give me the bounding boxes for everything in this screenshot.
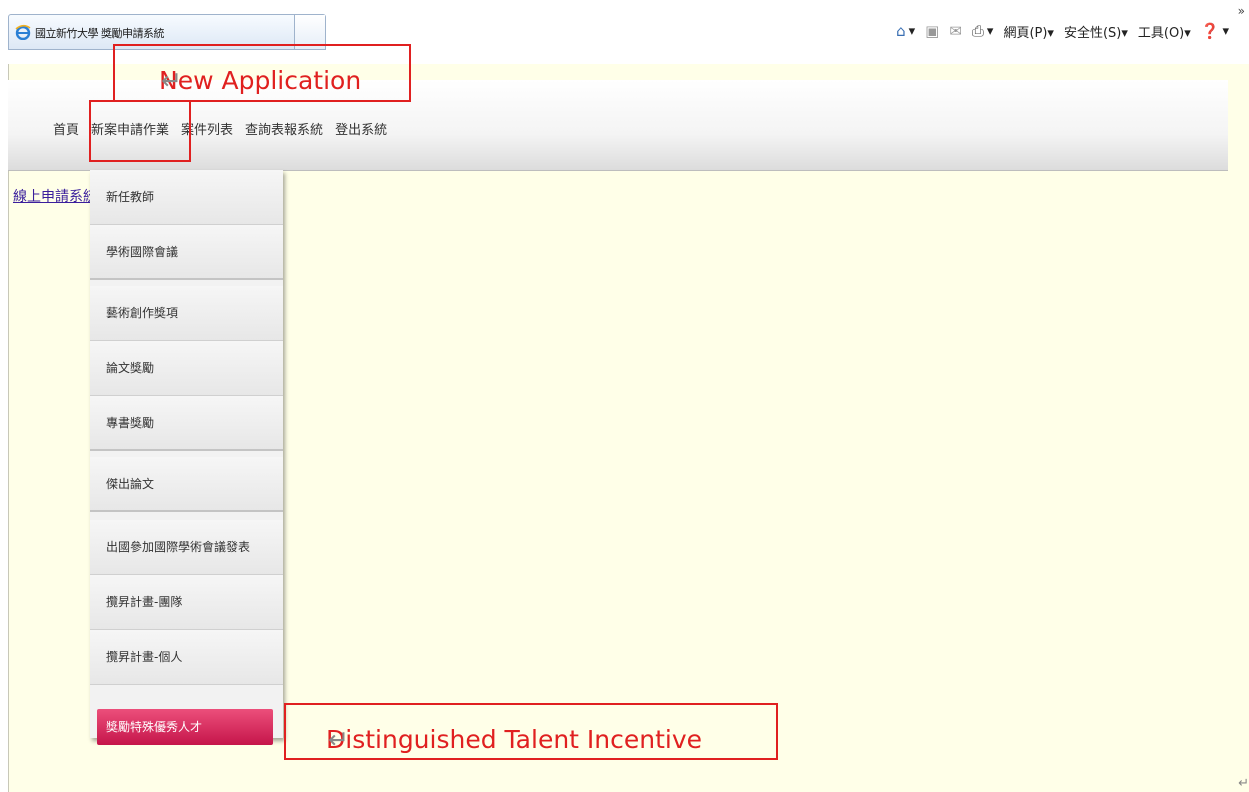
dropdown-item-book-award[interactable]: 專書獎勵 — [90, 396, 283, 451]
more-chevron-icon[interactable]: » — [1238, 4, 1245, 18]
dropdown-item-intl-presentation[interactable]: 出國參加國際學術會議發表 — [90, 520, 283, 575]
callout-label: Distinguished Talent Incentive — [326, 725, 703, 754]
feeds-button[interactable]: ▣ — [925, 22, 939, 40]
mail-icon: ✉ — [949, 22, 962, 40]
nav-item-reports[interactable]: 查詢表報系統 — [239, 119, 329, 143]
feeds-icon: ▣ — [925, 22, 940, 40]
dropdown-item-art-award[interactable]: 藝術創作獎項 — [90, 286, 283, 341]
new-application-callout: New Application ↵ — [113, 44, 411, 102]
ie-logo-icon — [15, 24, 31, 40]
dropdown-item-intl-conference[interactable]: 學術國際會議 — [90, 225, 283, 280]
callout-label: New Application — [159, 66, 362, 95]
nav-item-logout[interactable]: 登出系統 — [329, 119, 393, 143]
dropdown-item-distinguished-talent[interactable]: 獎勵特殊優秀人才 — [97, 709, 273, 745]
return-mark: ↵ — [161, 66, 182, 95]
help-button[interactable]: ❓ ▾ — [1201, 22, 1229, 40]
home-button[interactable]: ⌂ ▾ — [896, 22, 915, 40]
page-menu[interactable]: 網頁(P)▾ — [1003, 22, 1054, 41]
home-icon: ⌂ — [896, 22, 906, 40]
dropdown-item-paper-award[interactable]: 論文獎勵 — [90, 341, 283, 396]
dropdown-item-new-faculty[interactable]: 新任教師 — [90, 170, 283, 225]
print-button[interactable]: ⎙ ▾ — [972, 22, 994, 40]
mail-button[interactable]: ✉ — [949, 22, 962, 40]
distinguished-talent-callout: Distinguished Talent Incentive ↵ — [284, 703, 778, 760]
online-application-link[interactable]: 線上申請系統 — [13, 186, 91, 206]
print-icon: ⎙ — [971, 22, 984, 40]
page-return-mark: ↵ — [1238, 776, 1249, 791]
return-mark: ↵ — [328, 725, 349, 754]
tools-menu[interactable]: 工具(O)▾ — [1138, 22, 1191, 41]
tab-title: 國立新竹大學 獎勵申請系統 — [35, 27, 165, 40]
safety-menu[interactable]: 安全性(S)▾ — [1064, 22, 1128, 41]
new-application-dropdown: 新任教師 學術國際會議 藝術創作獎項 論文獎勵 專書獎勵 傑出論文 出國參加國際… — [90, 170, 283, 745]
dropdown-item-individual-program[interactable]: 攬昇計畫-個人 — [90, 630, 283, 685]
dropdown-item-outstanding-paper[interactable]: 傑出論文 — [90, 457, 283, 512]
dropdown-item-team-program[interactable]: 攬昇計畫-團隊 — [90, 575, 283, 630]
help-icon: ❓ — [1200, 22, 1220, 40]
command-bar: ⌂ ▾ ▣ ✉ ⎙ ▾ 網頁(P)▾ 安全性(S)▾ 工具(O)▾ ❓ ▾ — [896, 16, 1229, 46]
new-application-highlight — [89, 100, 191, 162]
nav-item-home[interactable]: 首頁 — [53, 119, 85, 143]
